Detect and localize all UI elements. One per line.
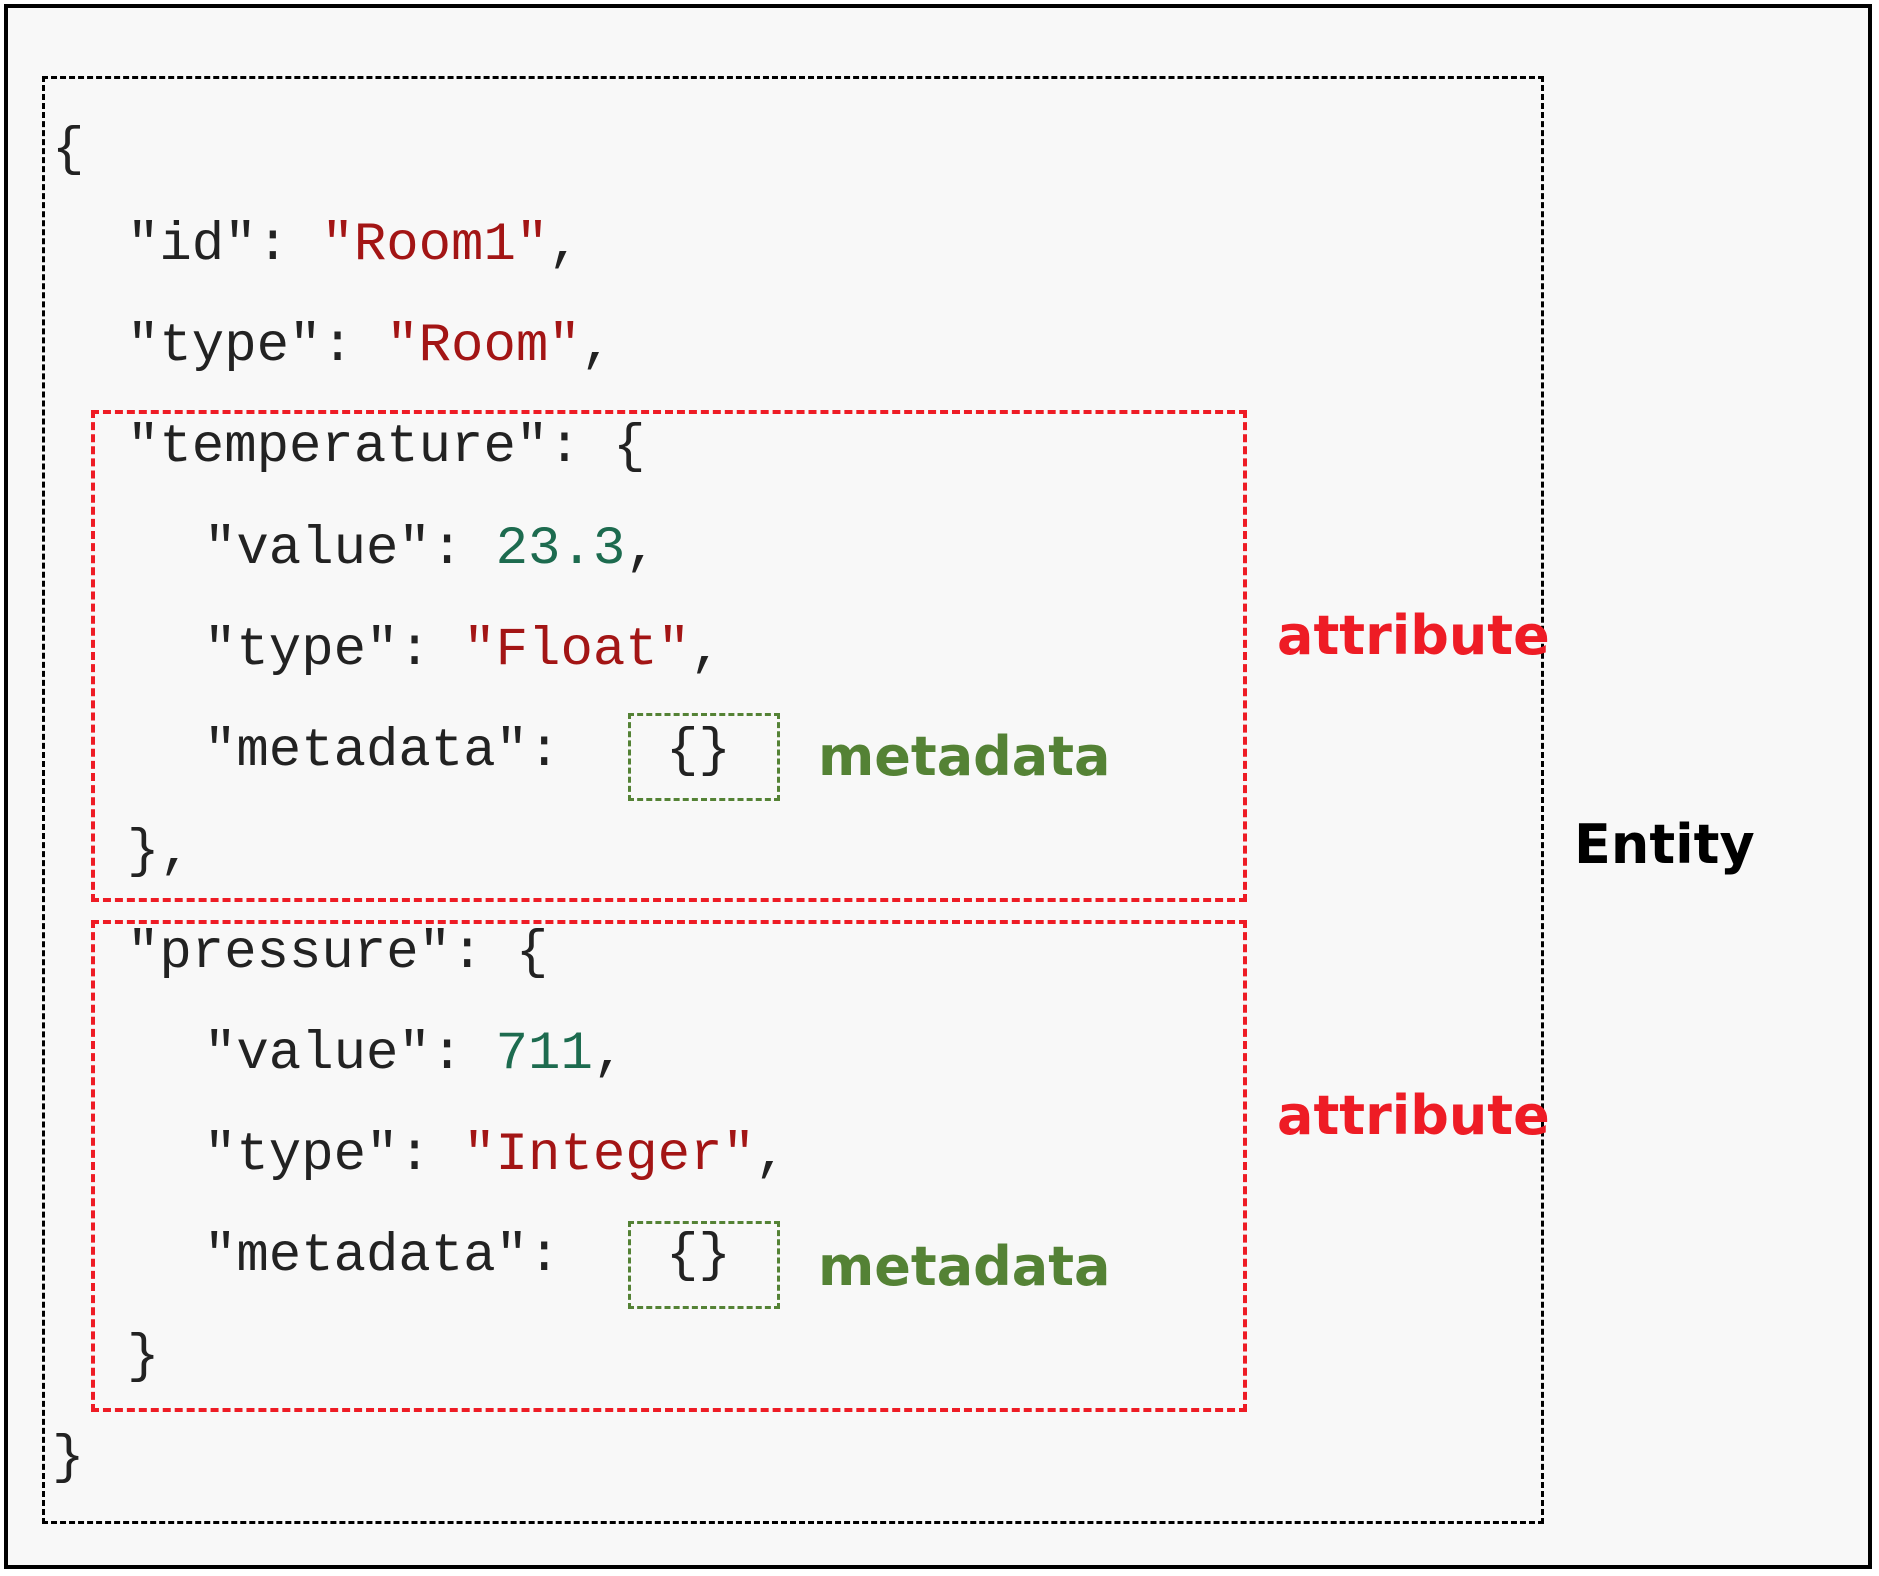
json-line-temperature: "temperature": {: [127, 417, 646, 478]
json-line-pressure-value: "value": 711,: [204, 1024, 626, 1085]
json-key-id: "id":: [127, 215, 322, 276]
attribute-label-temperature: attribute: [1277, 604, 1550, 667]
json-metadata-value-pressure: {}: [666, 1226, 731, 1287]
json-line-pressure: "pressure": {: [127, 923, 549, 984]
json-open-brace: {: [52, 120, 85, 181]
json-key-type: "type":: [127, 316, 387, 377]
json-close-pressure: }: [127, 1327, 160, 1388]
json-close-temperature: },: [127, 822, 192, 883]
json-line-temperature-value: "value": 23.3,: [204, 519, 658, 580]
json-number-temperature: 23.3: [495, 519, 626, 580]
json-line-temperature-type: "type": "Float",: [204, 620, 723, 681]
json-metadata-value-temperature: {}: [666, 721, 731, 782]
json-close-brace: }: [52, 1428, 85, 1489]
metadata-label-pressure: metadata: [818, 1235, 1111, 1298]
metadata-label-temperature: metadata: [818, 725, 1111, 788]
json-line-type: "type": "Room",: [127, 316, 614, 377]
json-line-id: "id": "Room1",: [127, 215, 581, 276]
json-value-pressure-type: "Integer": [463, 1125, 755, 1186]
json-line-pressure-metadata: "metadata":: [204, 1226, 593, 1287]
entity-label: Entity: [1574, 813, 1755, 876]
json-value-type: "Room": [386, 316, 581, 377]
json-number-pressure: 711: [495, 1024, 593, 1085]
json-value-temperature-type: "Float": [463, 620, 691, 681]
json-line-temperature-metadata: "metadata":: [204, 721, 593, 782]
json-value-id: "Room1": [321, 215, 549, 276]
json-line-pressure-type: "type": "Integer",: [204, 1125, 788, 1186]
attribute-label-pressure: attribute: [1277, 1084, 1550, 1147]
